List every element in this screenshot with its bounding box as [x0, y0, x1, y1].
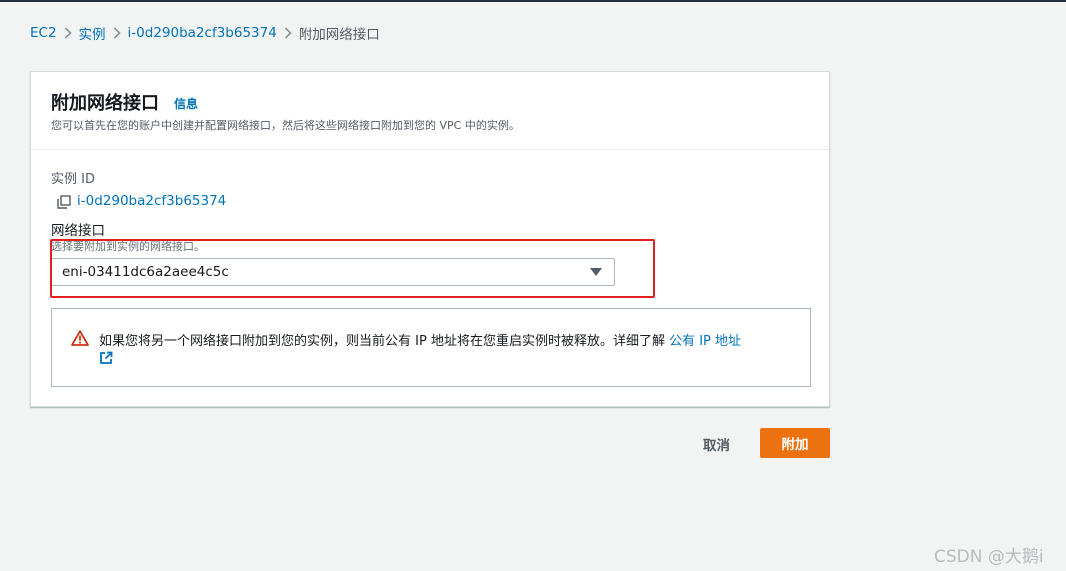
top-border [0, 0, 1066, 2]
breadcrumb-instance-id[interactable]: i-0d290ba2cf3b65374 [128, 25, 277, 41]
copy-icon[interactable] [57, 194, 71, 209]
attach-network-interface-panel: 附加网络接口 信息 您可以首先在您的账户中创建并配置网络接口，然后将这些网络接口… [30, 71, 830, 407]
breadcrumb-ec2[interactable]: EC2 [30, 25, 57, 41]
breadcrumb-instances[interactable]: 实例 [79, 23, 106, 43]
watermark: CSDN @大鹅i [934, 547, 1044, 567]
highlight-box [50, 239, 655, 298]
external-link-icon[interactable] [99, 350, 113, 364]
info-link[interactable]: 信息 [174, 95, 198, 112]
warning-text: 如果您将另一个网络接口附加到您的实例，则当前公有 IP 地址将在您重启实例时被释… [99, 330, 741, 349]
chevron-right-icon [57, 27, 79, 39]
breadcrumb-current: 附加网络接口 [298, 27, 380, 43]
breadcrumb: EC2 实例 i-0d290ba2cf3b65374 附加网络接口 [30, 23, 380, 43]
panel-header: 附加网络接口 信息 您可以首先在您的账户中创建并配置网络接口，然后将这些网络接口… [31, 72, 829, 150]
attach-button[interactable]: 附加 [760, 428, 830, 458]
chevron-right-icon [277, 27, 299, 39]
instance-id-link[interactable]: i-0d290ba2cf3b65374 [77, 193, 226, 209]
panel-description: 您可以首先在您的账户中创建并配置网络接口，然后将这些网络接口附加到您的 VPC … [51, 119, 520, 132]
instance-id-label: 实例 ID [51, 172, 95, 187]
warning-icon [71, 330, 89, 346]
page-title: 附加网络接口 [51, 93, 159, 114]
cancel-button[interactable]: 取消 [703, 434, 730, 454]
network-interface-label: 网络接口 [51, 223, 105, 239]
warning-message: 如果您将另一个网络接口附加到您的实例，则当前公有 IP 地址将在您重启实例时被释… [99, 334, 670, 349]
warning-alert: 如果您将另一个网络接口附加到您的实例，则当前公有 IP 地址将在您重启实例时被释… [51, 308, 811, 387]
public-ip-link[interactable]: 公有 IP 地址 [669, 334, 741, 349]
chevron-right-icon [106, 27, 128, 39]
